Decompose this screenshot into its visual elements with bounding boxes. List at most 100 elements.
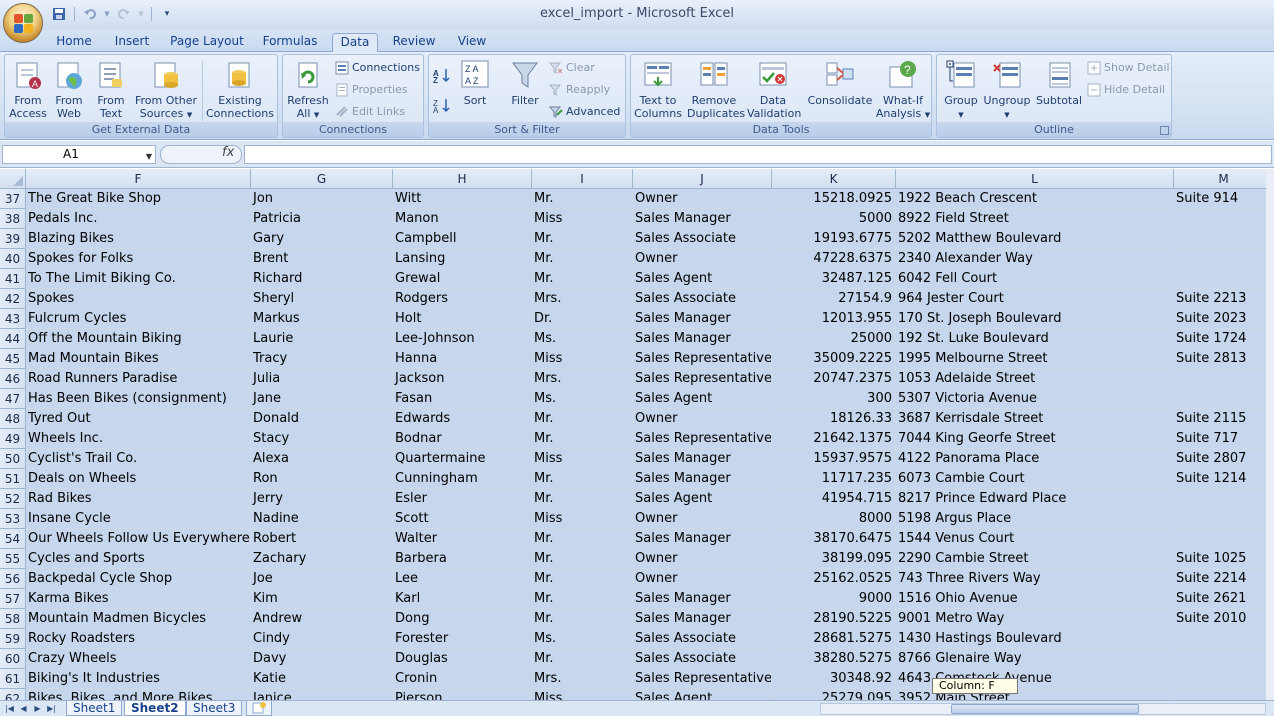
cell-col-i[interactable]: Ms. (532, 389, 633, 409)
cell-col-i[interactable]: Ms. (532, 329, 633, 349)
cell-col-j[interactable]: Owner (633, 569, 772, 589)
cell-col-m[interactable]: Suite 2214 (1174, 569, 1274, 589)
cell-col-i[interactable]: Mr. (532, 429, 633, 449)
tab-view[interactable]: View (450, 33, 494, 52)
row-header[interactable]: 40 (0, 249, 26, 269)
cell-col-k[interactable]: 9000 (772, 589, 896, 609)
hide-detail-button[interactable]: Hide Detail (1087, 81, 1165, 99)
cell-col-j[interactable]: Sales Manager (633, 449, 772, 469)
cell-col-g[interactable]: Brent (251, 249, 393, 269)
cell-col-f[interactable]: Our Wheels Follow Us Everywhere (26, 529, 251, 549)
cell-col-m[interactable] (1174, 389, 1274, 409)
cell-col-i[interactable]: Miss (532, 509, 633, 529)
edit-links-button[interactable]: Edit Links (335, 103, 405, 121)
cell-col-j[interactable]: Sales Representative (633, 669, 772, 689)
cell-col-k[interactable]: 27154.9 (772, 289, 896, 309)
chevron-down-icon[interactable]: ▼ (146, 148, 152, 165)
cell-col-k[interactable]: 25000 (772, 329, 896, 349)
cell-col-g[interactable]: Julia (251, 369, 393, 389)
cell-col-m[interactable]: Suite 1025 (1174, 549, 1274, 569)
cell-col-j[interactable]: Sales Associate (633, 629, 772, 649)
cell-col-h[interactable]: Douglas (393, 649, 532, 669)
column-header-h[interactable]: H (393, 169, 532, 189)
cell-col-j[interactable]: Sales Associate (633, 289, 772, 309)
cell-col-g[interactable]: Joe (251, 569, 393, 589)
cell-col-j[interactable]: Owner (633, 549, 772, 569)
cell-col-m[interactable]: Suite 2213 (1174, 289, 1274, 309)
cell-col-j[interactable]: Sales Associate (633, 649, 772, 669)
cell-col-k[interactable]: 41954.715 (772, 489, 896, 509)
cell-col-g[interactable]: Jane (251, 389, 393, 409)
cell-col-i[interactable]: Miss (532, 349, 633, 369)
cell-col-i[interactable]: Mr. (532, 469, 633, 489)
cell-col-j[interactable]: Sales Manager (633, 309, 772, 329)
cell-col-g[interactable]: Sheryl (251, 289, 393, 309)
row-header[interactable]: 49 (0, 429, 26, 449)
cell-col-h[interactable]: Manon (393, 209, 532, 229)
cell-col-i[interactable]: Mr. (532, 269, 633, 289)
cell-col-g[interactable]: Janice (251, 689, 393, 700)
row-header[interactable]: 46 (0, 369, 26, 389)
cell-col-l[interactable]: 6042 Fell Court (896, 269, 1174, 289)
cell-col-g[interactable]: Ron (251, 469, 393, 489)
from-access-button[interactable]: A From Access (7, 59, 49, 120)
cell-col-g[interactable]: Alexa (251, 449, 393, 469)
cell-col-f[interactable]: Off the Mountain Biking (26, 329, 251, 349)
cell-col-m[interactable]: Suite 2010 (1174, 609, 1274, 629)
row-header[interactable]: 57 (0, 589, 26, 609)
cell-col-f[interactable]: Spokes (26, 289, 251, 309)
cell-col-g[interactable]: Kim (251, 589, 393, 609)
refresh-all-button[interactable]: Refresh All ▼ (285, 59, 331, 122)
cell-col-f[interactable]: Bikes, Bikes, and More Bikes (26, 689, 251, 700)
cell-col-f[interactable]: Rocky Roadsters (26, 629, 251, 649)
cell-col-l[interactable]: 7044 King Georfe Street (896, 429, 1174, 449)
cell-col-h[interactable]: Witt (393, 189, 532, 209)
cell-col-j[interactable]: Sales Manager (633, 469, 772, 489)
cell-col-m[interactable] (1174, 229, 1274, 249)
cell-col-j[interactable]: Sales Manager (633, 329, 772, 349)
cell-col-h[interactable]: Barbera (393, 549, 532, 569)
row-header[interactable]: 52 (0, 489, 26, 509)
cell-col-g[interactable]: Jon (251, 189, 393, 209)
cell-col-h[interactable]: Quartermaine (393, 449, 532, 469)
cell-col-i[interactable]: Ms. (532, 629, 633, 649)
sort-button[interactable]: Z A A Z Sort (457, 59, 493, 107)
cell-col-l[interactable]: 170 St. Joseph Boulevard (896, 309, 1174, 329)
cell-col-i[interactable]: Mr. (532, 549, 633, 569)
row-header[interactable]: 47 (0, 389, 26, 409)
cell-col-h[interactable]: Karl (393, 589, 532, 609)
cell-col-m[interactable] (1174, 249, 1274, 269)
column-header-l[interactable]: L (896, 169, 1174, 189)
row-header[interactable]: 41 (0, 269, 26, 289)
prev-sheet-icon[interactable]: ◀ (18, 703, 29, 715)
cell-col-g[interactable]: Cindy (251, 629, 393, 649)
cell-col-l[interactable]: 1544 Venus Court (896, 529, 1174, 549)
cell-col-m[interactable]: Suite 914 (1174, 189, 1274, 209)
cell-col-l[interactable]: 5307 Victoria Avenue (896, 389, 1174, 409)
cell-col-l[interactable]: 9001 Metro Way (896, 609, 1174, 629)
tab-review[interactable]: Review (388, 33, 440, 52)
row-header[interactable]: 37 (0, 189, 26, 209)
cell-col-g[interactable]: Richard (251, 269, 393, 289)
from-text-button[interactable]: From Text (91, 59, 131, 120)
cell-col-g[interactable]: Patricia (251, 209, 393, 229)
cell-col-f[interactable]: Insane Cycle (26, 509, 251, 529)
cell-col-h[interactable]: Fasan (393, 389, 532, 409)
cell-col-g[interactable]: Markus (251, 309, 393, 329)
cell-col-k[interactable]: 25279.095 (772, 689, 896, 700)
cell-col-h[interactable]: Rodgers (393, 289, 532, 309)
row-header[interactable]: 60 (0, 649, 26, 669)
cell-col-k[interactable]: 5000 (772, 209, 896, 229)
cell-col-i[interactable]: Miss (532, 689, 633, 700)
insert-sheet-icon[interactable] (246, 701, 272, 716)
cell-col-i[interactable]: Mr. (532, 529, 633, 549)
cell-col-k[interactable]: 28190.5225 (772, 609, 896, 629)
cell-col-k[interactable]: 19193.6775 (772, 229, 896, 249)
cell-col-m[interactable] (1174, 529, 1274, 549)
cell-col-m[interactable]: Suite 2621 (1174, 589, 1274, 609)
cell-col-g[interactable]: Laurie (251, 329, 393, 349)
sheet-tab-sheet2[interactable]: Sheet2 (124, 701, 186, 716)
cell-col-j[interactable]: Sales Representative (633, 369, 772, 389)
cell-col-f[interactable]: Mad Mountain Bikes (26, 349, 251, 369)
formula-input[interactable] (244, 145, 1272, 164)
